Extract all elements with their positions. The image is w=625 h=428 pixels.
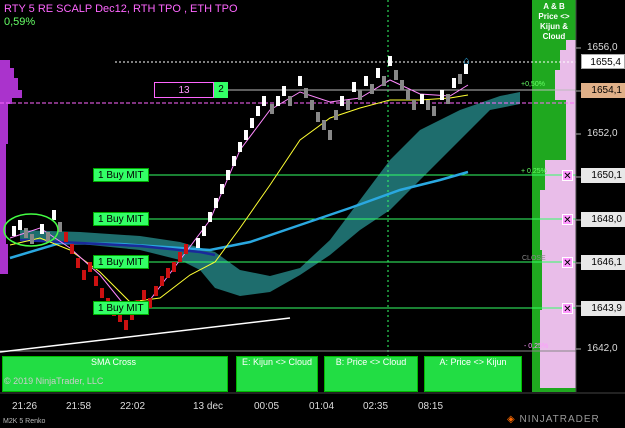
price-cloud-label: B: Price <> Cloud bbox=[335, 357, 407, 367]
buy-mit-button-1644[interactable]: 1 Buy MIT bbox=[93, 301, 149, 315]
kijun-cloud-label: E: Kijun <> Cloud bbox=[241, 357, 313, 367]
chart-title: RTY 5 RE SCALP Dec12, RTH TPO , ETH TPO bbox=[4, 3, 238, 15]
chart-window: ⌂ RTY 5 RE SCALP Dec12, RTH TPO , ETH TP… bbox=[0, 0, 625, 428]
buy-mit-button-1646[interactable]: 1 Buy MIT bbox=[93, 255, 149, 269]
ninjatrader-logo: ◈ NINJATRADER bbox=[507, 414, 600, 425]
time-tick: 21:26 bbox=[12, 401, 38, 412]
side-panel-title: A & B Price <> Kijun & Cloud bbox=[538, 2, 570, 41]
price-tick: 1652,0 bbox=[587, 128, 618, 139]
time-tick: 02:35 bbox=[363, 401, 389, 412]
price-box-1650: 1650,1 bbox=[581, 168, 625, 183]
price-box-1646: 1646,1 bbox=[581, 255, 625, 270]
order-quantity-box[interactable]: 13 bbox=[154, 82, 214, 98]
time-tick: 00:05 bbox=[254, 401, 280, 412]
time-tick: 22:02 bbox=[120, 401, 146, 412]
price-box-1654: 1654,1 bbox=[581, 83, 625, 98]
label-minus-025: - 0,25% bbox=[524, 343, 549, 350]
label-close: CLOSE bbox=[522, 255, 546, 262]
label-plus-025: + 0,25% bbox=[521, 168, 547, 175]
buy-mit-button-1650[interactable]: 1 Buy MIT bbox=[93, 168, 149, 182]
price-kijun-button[interactable]: A: Price <> Kijun bbox=[424, 356, 522, 392]
instrument-footer: M2K 5 Renko bbox=[3, 418, 46, 425]
cursor-marker-icon: ⌂ bbox=[463, 55, 470, 67]
price-tick: 1656,0 bbox=[587, 42, 618, 53]
cancel-order-icon[interactable]: ✕ bbox=[562, 303, 573, 315]
price-box-1648: 1648,0 bbox=[581, 212, 625, 227]
copyright-text: © 2019 NinjaTrader, LLC bbox=[4, 376, 104, 386]
cancel-order-icon[interactable]: ✕ bbox=[562, 257, 573, 269]
cancel-order-icon[interactable]: ✕ bbox=[562, 214, 573, 226]
price-cloud-button[interactable]: B: Price <> Cloud bbox=[324, 356, 418, 392]
price-kijun-label: A: Price <> Kijun bbox=[439, 357, 507, 367]
time-tick: 13 dec bbox=[193, 401, 224, 412]
price-tick: 1642,0 bbox=[587, 343, 618, 354]
time-tick: 21:58 bbox=[66, 401, 92, 412]
time-tick: 08:15 bbox=[418, 401, 444, 412]
sma-cross-button[interactable]: SMA Cross bbox=[2, 356, 228, 392]
time-tick: 01:04 bbox=[309, 401, 335, 412]
sma-cross-label: SMA Cross bbox=[91, 357, 137, 367]
volume-profile-left bbox=[0, 60, 22, 274]
buy-mit-button-1648[interactable]: 1 Buy MIT bbox=[93, 212, 149, 226]
brand-icon: ◈ bbox=[507, 414, 520, 425]
trend-line[interactable] bbox=[0, 317, 291, 353]
order-count-box[interactable]: 2 bbox=[214, 82, 228, 98]
kijun-cloud-button[interactable]: E: Kijun <> Cloud bbox=[236, 356, 318, 392]
change-percent: 0,59% bbox=[4, 16, 36, 28]
label-plus-050: +0,50% bbox=[521, 81, 545, 88]
cancel-order-icon[interactable]: ✕ bbox=[562, 170, 573, 182]
price-box-1644: 1643,9 bbox=[581, 301, 625, 316]
current-price-box: 1655,4 bbox=[581, 54, 625, 69]
